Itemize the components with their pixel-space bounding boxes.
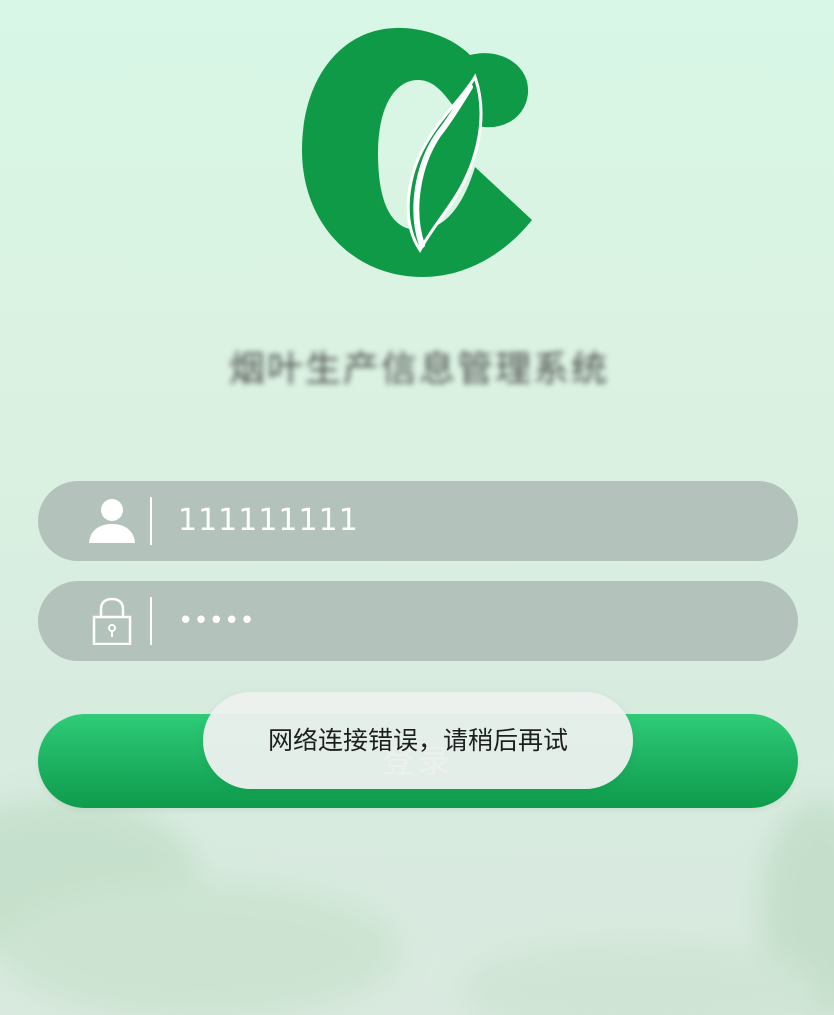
password-field[interactable]: ••••• [38,581,798,661]
user-icon [89,499,135,543]
toast-message: 网络连接错误，请稍后再试 [267,726,568,755]
app-logo [302,27,532,277]
app-title: 烟叶生产信息管理系统 [228,349,609,390]
error-toast: 网络连接错误，请稍后再试 [203,692,633,789]
password-input[interactable]: ••••• [178,581,255,661]
lock-icon [92,597,132,645]
field-divider [150,497,152,545]
field-divider [150,597,152,645]
username-field[interactable]: 111111111 [38,481,798,561]
username-input[interactable]: 111111111 [178,481,359,561]
